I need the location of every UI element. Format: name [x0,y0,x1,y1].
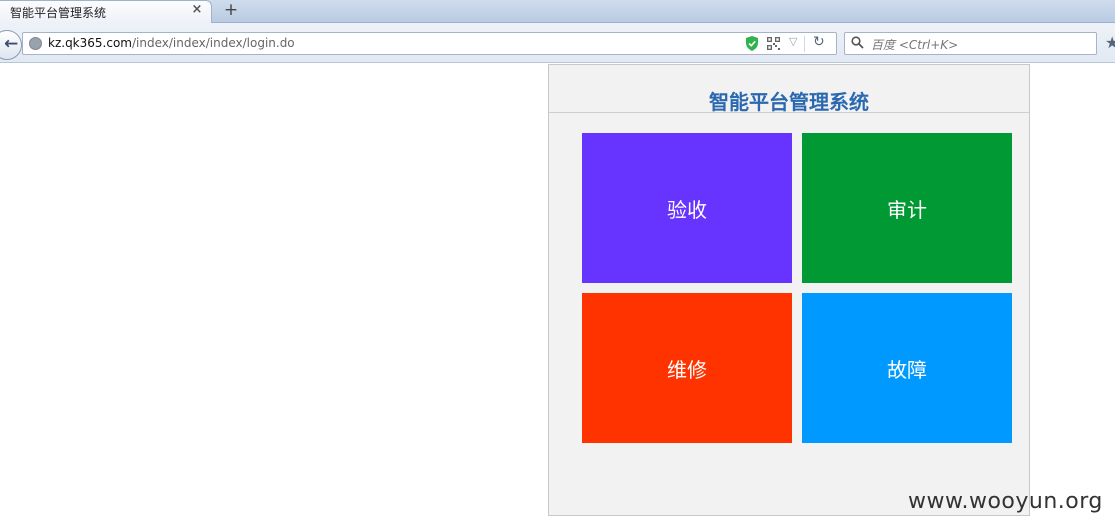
search-placeholder: 百度 <Ctrl+K> [871,38,959,52]
bookmark-star-icon[interactable]: ★ [1105,33,1115,52]
url-domain: kz.qk365.com [48,36,132,50]
back-arrow-icon: ← [4,34,19,54]
shield-icon[interactable] [745,36,759,51]
url-path: /index/index/index/login.do [131,36,295,50]
tile-fault[interactable]: 故障 [802,293,1012,443]
new-tab-button[interactable]: + [222,0,240,20]
tab-strip: 智能平台管理系统 × + [0,0,1115,23]
address-bar[interactable]: kz.qk365.com/index/index/index/login.do … [22,32,837,55]
url-separator [804,36,805,52]
tile-audit[interactable]: 审计 [802,133,1012,283]
dropdown-icon[interactable]: ▽ [789,35,797,48]
tile-label: 审计 [887,197,927,222]
qr-code-icon[interactable] [767,37,780,50]
reload-icon[interactable]: ↻ [813,34,825,50]
navigation-bar: ← kz.qk365.com/index/index/index/login.d… [0,23,1115,63]
tile-label: 故障 [887,357,927,382]
back-button[interactable]: ← [0,30,22,60]
title-divider [549,112,1029,113]
tile-acceptance[interactable]: 验收 [582,133,792,283]
close-tab-icon[interactable]: × [190,3,204,17]
watermark: www.wooyun.org [908,489,1103,514]
browser-tab[interactable]: 智能平台管理系统 × [0,0,212,23]
globe-icon [29,37,42,50]
tile-label: 维修 [667,357,707,382]
tile-maintenance[interactable]: 维修 [582,293,792,443]
url-text[interactable]: kz.qk365.com/index/index/index/login.do [48,36,295,50]
search-bar[interactable]: 百度 <Ctrl+K> [844,32,1097,55]
tab-title: 智能平台管理系统 [10,6,107,20]
system-panel: 智能平台管理系统 验收 审计 维修 故障 [548,64,1030,516]
tile-label: 验收 [667,197,707,222]
page-title: 智能平台管理系统 [709,90,869,114]
search-icon [851,36,864,49]
